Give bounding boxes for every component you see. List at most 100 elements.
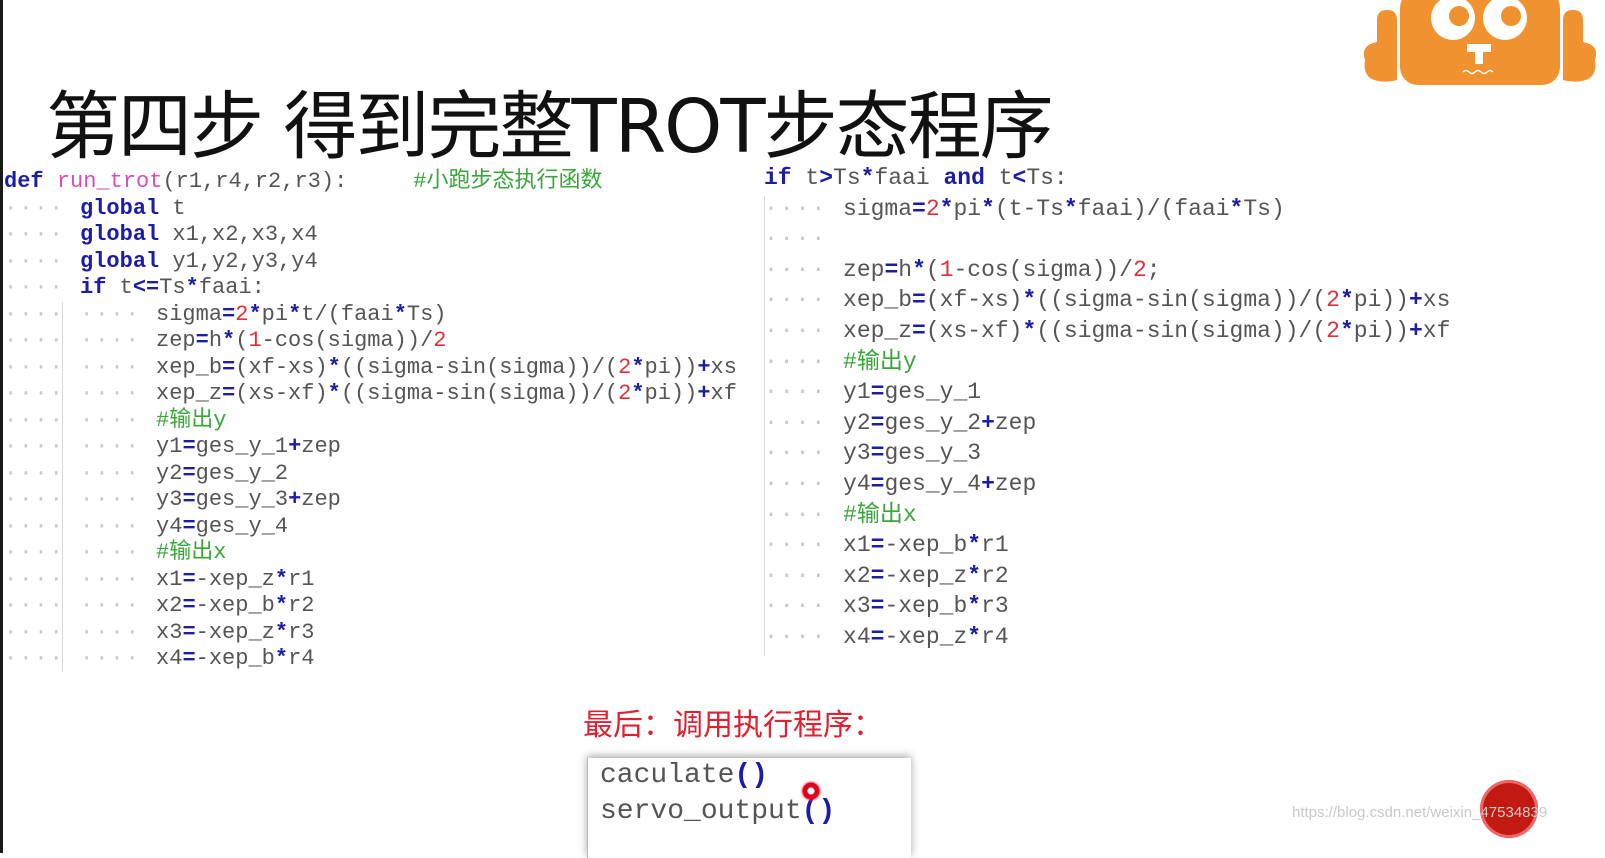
code-token: (r1,r4,r2,r3): — [162, 169, 348, 194]
number-token: 2 — [1132, 256, 1147, 283]
code-token: x4 — [843, 623, 871, 650]
operator-token: + — [1408, 287, 1423, 314]
comment-token: #输出y — [156, 407, 227, 433]
code-line: ···· ···· #输出y — [4, 408, 737, 435]
operator-token: * — [1063, 195, 1078, 222]
code-token: r4 — [981, 623, 1009, 650]
final-call-label: 最后：调用执行程序： — [583, 708, 883, 743]
code-token: x3 — [156, 619, 183, 645]
code-line: ···· ···· y4=ges_y_4 — [4, 514, 737, 541]
code-token: ; — [1146, 256, 1161, 283]
code-line: ···· global y1,y2,y3,y4 — [4, 249, 737, 276]
code-token: pi)) — [644, 381, 698, 406]
indent-dots: ···· — [764, 593, 844, 620]
operator-token: = — [182, 566, 196, 592]
number-token: 2 — [618, 381, 632, 406]
code-token: y3 — [156, 487, 183, 512]
operator-token: * — [967, 562, 982, 589]
code-token: ( — [235, 328, 249, 353]
number-token: 2 — [925, 195, 940, 222]
indent-dots: ···· ···· — [4, 619, 157, 645]
code-token: pi)) — [1353, 317, 1409, 344]
code-token: sigma — [156, 301, 223, 327]
code-token: xep_b — [156, 354, 223, 380]
keyword-token: and — [943, 165, 985, 191]
code-line: if t>Ts*faai and t<Ts: — [764, 163, 1450, 194]
operator-token: * — [981, 195, 995, 222]
operator-token: = — [870, 532, 885, 559]
red-cursor-highlight-icon — [800, 780, 822, 802]
code-line: ···· ···· x1=-xep_z*r1 — [4, 567, 737, 594]
code-token: t — [159, 195, 186, 221]
indent-dots: ···· ···· — [4, 434, 157, 459]
code-token: -xep_b — [884, 532, 968, 559]
code-token: xep_z — [843, 317, 913, 344]
indent-dots: ···· — [4, 275, 81, 300]
code-token: r2 — [981, 562, 1009, 589]
code-token: ((sigma-sin(sigma))/( — [340, 381, 619, 406]
code-line: ···· #输出x — [764, 500, 1450, 531]
code-line: def run_trot(r1,r4,r2,r3): #小跑步态执行函数 — [4, 169, 737, 196]
code-token: Ts: — [1026, 165, 1068, 191]
operator-token: <= — [132, 275, 160, 300]
comment-token: #小跑步态执行函数 — [413, 169, 603, 194]
indent-dots: ···· ···· — [4, 487, 157, 512]
code-token: r1 — [288, 566, 315, 592]
operator-token: * — [327, 381, 341, 406]
code-token: pi — [261, 301, 289, 327]
code-token: y4 — [156, 513, 183, 539]
operator-token: = — [182, 434, 196, 459]
code-token: ges_y_3 — [195, 487, 289, 512]
operator-token: * — [274, 619, 289, 645]
number-token: 1 — [939, 256, 954, 283]
function-call-name: servo_output — [600, 796, 802, 827]
operator-token: + — [1408, 317, 1423, 344]
code-line: ···· ···· sigma=2*pi*t/(faai*Ts) — [4, 302, 737, 329]
indent-dots: ···· — [764, 226, 844, 253]
indent-dots: ···· ···· — [4, 381, 157, 406]
code-token: x2 — [843, 562, 871, 589]
code-token: x4 — [156, 646, 183, 671]
operator-token: * — [393, 301, 407, 327]
orange-robot-mascot-icon — [1363, 0, 1597, 85]
indent-dots: ···· ···· — [4, 407, 157, 433]
code-token: xep_b — [843, 287, 913, 314]
code-line: ···· x1=-xep_b*r1 — [764, 530, 1450, 561]
operator-token: + — [288, 487, 302, 512]
operator-token: * — [288, 301, 302, 327]
operator-token: * — [967, 532, 982, 559]
code-line: ···· y4=ges_y_4+zep — [764, 469, 1450, 500]
indent-dots: ···· — [764, 195, 844, 222]
number-token: 2 — [1326, 287, 1340, 314]
code-token: x2 — [156, 593, 183, 618]
function-name-token: run_trot — [56, 169, 163, 194]
code-token: t — [791, 165, 820, 191]
operator-token: < — [1012, 165, 1027, 191]
code-token: -xep_z — [884, 562, 968, 589]
function-call-parens: () — [734, 760, 769, 791]
indent-dots: ···· ···· — [4, 354, 157, 380]
indent-dots: ···· — [764, 379, 844, 406]
operator-token: + — [697, 381, 711, 406]
number-token: 2 — [618, 354, 632, 380]
code-token: ((sigma-sin(sigma))/( — [340, 354, 619, 380]
code-line: ···· y3=ges_y_3 — [764, 438, 1450, 469]
keyword-token: if — [764, 165, 792, 191]
code-token: y1 — [156, 434, 183, 459]
indent-dots: ···· — [764, 470, 844, 497]
operator-token: * — [274, 566, 289, 592]
code-token: y4 — [843, 470, 871, 497]
operator-token: = — [222, 354, 236, 380]
code-token: Ts — [159, 275, 186, 300]
slide-title: 第四步 得到完整TROT步态程序 — [46, 83, 1054, 170]
indent-dots: ···· — [764, 440, 844, 467]
code-line: ···· ···· y2=ges_y_2 — [4, 461, 737, 488]
code-token: Ts) — [1243, 195, 1285, 222]
code-token: r4 — [288, 646, 315, 671]
comment-token: #输出y — [843, 348, 917, 375]
comment-token: #输出x — [156, 540, 227, 565]
code-token: y2 — [843, 409, 871, 436]
code-token: r3 — [288, 619, 315, 645]
comment-token: #输出x — [843, 501, 917, 528]
code-line: ···· ···· xep_z=(xs-xf)*((sigma-sin(sigm… — [4, 381, 737, 408]
